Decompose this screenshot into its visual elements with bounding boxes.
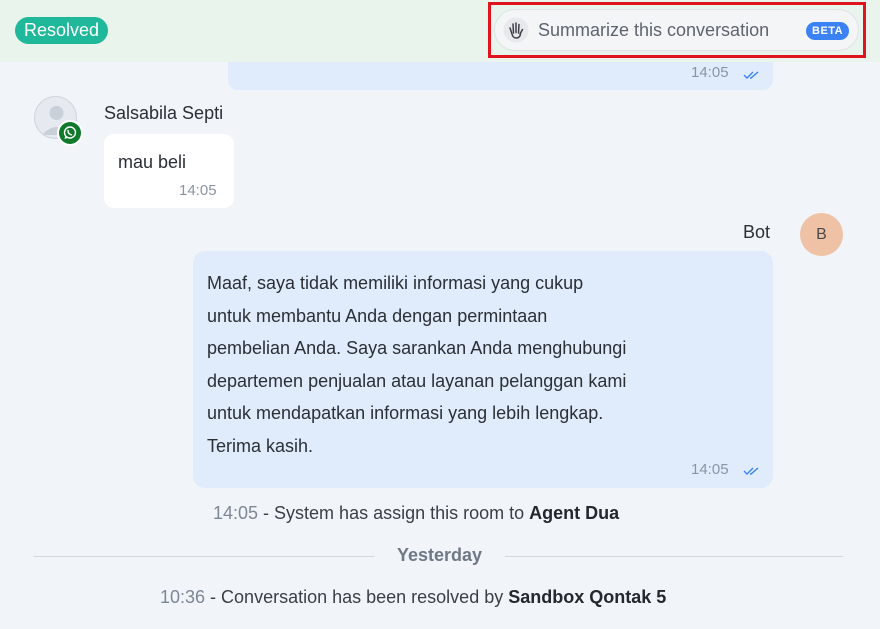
channel-badge — [57, 120, 83, 146]
bot-avatar[interactable]: B — [800, 213, 843, 256]
summarize-conversation-button[interactable]: Summarize this conversation BETA — [494, 9, 859, 51]
event-actor: Sandbox Qontak 5 — [508, 587, 667, 607]
message-time: 14:05 — [179, 182, 217, 199]
event-actor: Agent Dua — [529, 503, 620, 523]
event-text: - Conversation has been resolved by — [205, 587, 509, 607]
day-divider-left — [34, 556, 374, 557]
sender-name: Bot — [743, 222, 771, 242]
event-text: - System has assign this room to — [258, 503, 530, 523]
sender-name: Salsabila Septi — [104, 103, 224, 123]
status-badge: Resolved — [15, 17, 109, 44]
day-separator-label: Yesterday — [397, 545, 483, 565]
message-bubble-outgoing: Maaf, saya tidak memiliki informasi yang… — [193, 251, 773, 488]
double-check-icon — [743, 467, 759, 475]
message-bubble-outgoing: 14:05 — [228, 62, 773, 90]
conversation-header: Resolved Summarize this conversation BET… — [0, 0, 880, 62]
message-time: 14:05 — [691, 461, 729, 478]
event-time: 14:05 — [213, 503, 259, 523]
beta-badge: BETA — [806, 22, 850, 40]
system-event-resolved: 10:36 - Conversation has been resolved b… — [160, 587, 666, 608]
message-time: 14:05 — [691, 64, 729, 81]
event-time: 10:36 — [160, 587, 206, 607]
system-event-assign: 14:05 - System has assign this room to A… — [213, 503, 619, 524]
double-check-icon — [743, 71, 759, 79]
hand-icon — [503, 17, 529, 43]
summarize-label: Summarize this conversation — [538, 20, 770, 40]
message-text: Maaf, saya tidak memiliki informasi yang… — [207, 273, 627, 456]
message-bubble-incoming: mau beli 14:05 — [104, 134, 234, 208]
day-divider-right — [505, 556, 843, 557]
message-text: mau beli — [118, 152, 187, 172]
whatsapp-icon — [63, 126, 77, 139]
